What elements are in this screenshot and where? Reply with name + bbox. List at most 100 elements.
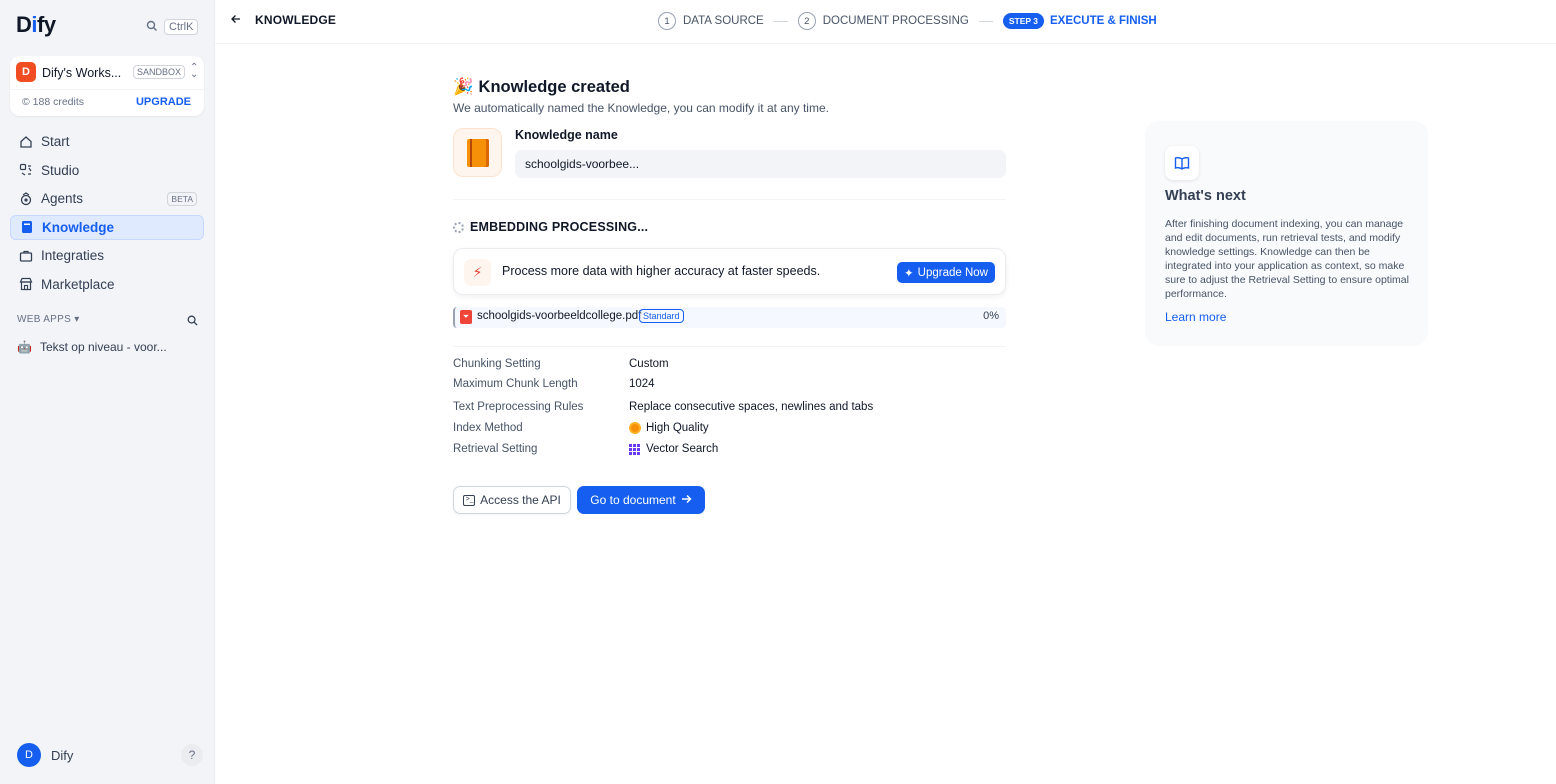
loading-spinner-icon (453, 221, 464, 233)
nav-label-studio: Studio (41, 162, 80, 178)
arrow-right-icon (681, 493, 692, 507)
user-name: Dify (51, 747, 74, 763)
setting-key: Text Preprocessing Rules (453, 401, 584, 413)
workspace-avatar: D (16, 62, 36, 82)
open-book-icon (1165, 146, 1199, 180)
nav-item-agents[interactable]: Agents BETA (10, 186, 204, 211)
file-progress-row[interactable]: ⏷ schoolgids-voorbeeldcollege.pdf Standa… (453, 307, 1006, 328)
setting-row: Chunking Setting Custom (453, 358, 669, 370)
learn-more-link[interactable]: Learn more (1165, 310, 1226, 324)
pdf-icon: ⏷ (460, 310, 472, 324)
nav-item-studio[interactable]: Studio (10, 158, 204, 183)
setting-row: Text Preprocessing Rules Replace consecu… (453, 401, 873, 413)
chevron-up-down-icon[interactable]: ⌃ ⌄ (190, 63, 198, 80)
step-1-number: 1 (658, 12, 676, 30)
lightning-icon: ⚡ (464, 259, 491, 286)
setting-value-with-icon: High Quality (629, 422, 709, 434)
nav-item-start[interactable]: Start (10, 129, 204, 154)
robot-icon: 🤖 (17, 340, 32, 354)
setting-value-with-icon: Vector Search (629, 443, 718, 455)
step-divider (978, 20, 993, 22)
nav-label-agents: Agents (41, 191, 84, 207)
step-2-number: 2 (797, 12, 816, 30)
upgrade-now-label: Upgrade Now (917, 266, 988, 279)
access-api-label: Access the API (480, 493, 561, 507)
file-progress-percent: 0% (983, 310, 999, 322)
embedding-status-text: EMBEDDING PROCESSING... (470, 220, 649, 234)
knowledge-name-label: Knowledge name (515, 128, 618, 142)
agent-icon (19, 191, 33, 206)
beta-badge: BETA (167, 191, 197, 206)
terminal-icon: >_ (463, 494, 476, 506)
book-icon (20, 220, 34, 234)
setting-row: Retrieval Setting Vector Search (453, 443, 718, 455)
nav-label-start: Start (41, 134, 70, 149)
credits-value: 188 credits (32, 96, 85, 108)
go-to-document-label: Go to document (590, 493, 676, 507)
credits-text: © 188 credits (22, 96, 85, 108)
setting-value: 1024 (629, 378, 655, 390)
high-quality-icon (629, 422, 641, 434)
access-api-button[interactable]: >_ Access the API (453, 486, 571, 514)
shortcut-key: CtrlK (164, 19, 199, 35)
workspace-card: D Dify's Works... SANDBOX ⌃ ⌄ © 188 credi… (10, 56, 204, 116)
upgrade-now-button[interactable]: ✦ Upgrade Now (897, 262, 995, 283)
main-nav: Start Studio Agents BETA Knowledge Integ… (10, 129, 204, 301)
upgrade-link[interactable]: UPGRADE (136, 96, 191, 108)
orange-book-icon (466, 138, 489, 167)
step-3-badge: STEP 3 (1002, 13, 1044, 29)
setting-key: Index Method (453, 422, 523, 434)
setting-row: Index Method High Quality (453, 422, 709, 434)
nav-label-marketplace: Marketplace (41, 276, 115, 292)
nav-item-knowledge[interactable]: Knowledge (10, 214, 204, 240)
step-divider (773, 20, 788, 22)
setting-key: Retrieval Setting (453, 443, 538, 455)
page-subtitle: We automatically named the Knowledge, yo… (453, 101, 829, 115)
top-header: KNOWLEDGE 1 DATA SOURCE 2 DOCUMENT PROCE… (215, 0, 1556, 44)
knowledge-name-input[interactable] (515, 150, 1006, 178)
setting-key: Maximum Chunk Length (453, 378, 578, 390)
back-to-knowledge[interactable]: KNOWLEDGE (231, 13, 336, 27)
setting-value: Vector Search (646, 443, 719, 455)
divider (453, 199, 1006, 200)
help-button[interactable]: ? (181, 744, 203, 766)
party-icon: 🎉 (453, 78, 474, 96)
workspace-divider (10, 89, 204, 90)
arrow-left-icon (231, 13, 241, 27)
avatar: D (17, 743, 41, 767)
user-menu[interactable]: D Dify (17, 743, 73, 767)
step-3-label: EXECUTE & FINISH (1049, 15, 1157, 27)
dify-logo[interactable]: Dify (16, 12, 56, 38)
caret-down-icon: ▾ (74, 314, 80, 325)
knowledge-icon-picker[interactable] (453, 128, 502, 177)
search-icon (146, 20, 158, 35)
home-icon (19, 135, 33, 149)
web-apps-header[interactable]: WEB APPS ▾ (17, 314, 80, 325)
search-shortcut[interactable]: CtrlK (146, 19, 199, 35)
sparkle-icon: ✦ (904, 267, 914, 280)
whats-next-title: What's next (1165, 188, 1246, 204)
setting-key: Chunking Setting (453, 358, 541, 370)
divider (453, 346, 1006, 347)
briefcase-icon (19, 249, 33, 263)
nav-label-integraties: Integraties (41, 248, 105, 264)
sandbox-badge: SANDBOX (133, 65, 186, 79)
setting-row: Maximum Chunk Length 1024 (453, 378, 655, 390)
nav-item-marketplace[interactable]: Marketplace (10, 272, 204, 297)
setting-value: Custom (629, 358, 669, 370)
nav-label-knowledge: Knowledge (42, 219, 115, 235)
logo-text-post: fy (37, 12, 56, 37)
stepper: 1 DATA SOURCE 2 DOCUMENT PROCESSING STEP… (658, 12, 1157, 30)
step-1-label: DATA SOURCE (683, 15, 764, 27)
go-to-document-button[interactable]: Go to document (577, 486, 705, 514)
web-apps-search-icon[interactable] (187, 314, 198, 326)
setting-value: High Quality (646, 422, 709, 434)
web-app-item[interactable]: 🤖 Tekst op niveau - voor... (17, 340, 167, 354)
step-2-label: DOCUMENT PROCESSING (822, 15, 969, 27)
whats-next-body: After finishing document indexing, you c… (1165, 218, 1409, 300)
vector-search-icon (629, 443, 641, 455)
web-app-label: Tekst op niveau - voor... (39, 340, 167, 354)
upgrade-banner: ⚡ Process more data with higher accuracy… (453, 248, 1006, 295)
workspace-name[interactable]: Dify's Works... (42, 66, 121, 80)
nav-item-integraties[interactable]: Integraties (10, 243, 204, 268)
